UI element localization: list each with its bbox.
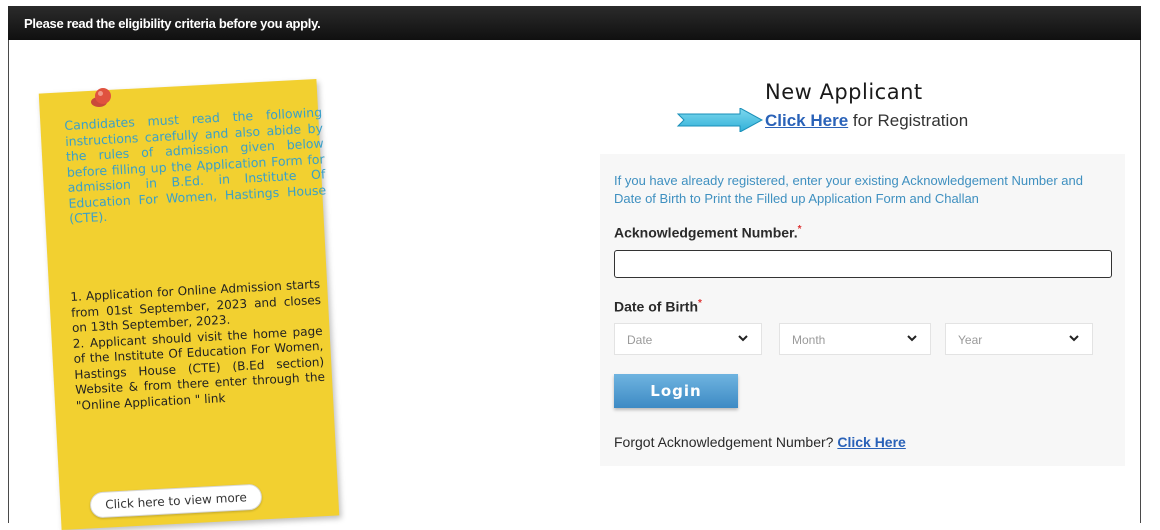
dob-date-value: Date	[627, 333, 653, 347]
registration-link[interactable]: Click Here	[765, 111, 848, 130]
dob-month-select[interactable]: Month	[779, 323, 931, 355]
login-button[interactable]: Login	[614, 374, 738, 408]
ack-number-label: Acknowledgement Number.*	[614, 224, 802, 241]
chevron-down-icon	[1069, 335, 1079, 342]
dob-year-value: Year	[958, 333, 983, 347]
chevron-down-icon	[738, 335, 748, 342]
pushpin-icon	[91, 88, 111, 107]
registration-suffix: for Registration	[852, 111, 969, 130]
dob-label: Date of Birth*	[614, 298, 702, 315]
chevron-down-icon	[907, 335, 917, 342]
required-mark: *	[797, 224, 802, 235]
login-info-text: If you have already registered, enter yo…	[614, 173, 1083, 206]
top-notice-bar: Please read the eligibility criteria bef…	[8, 6, 1141, 40]
forgot-ack-text: Forgot Acknowledgement Number?	[614, 434, 834, 450]
dob-label-text: Date of Birth	[614, 298, 698, 315]
instructions-intro: Candidates must read the following instr…	[64, 104, 327, 226]
registration-line: Click Here for Registration	[765, 111, 968, 131]
ack-number-input[interactable]	[614, 250, 1112, 278]
dob-date-select[interactable]: Date	[614, 323, 762, 355]
instruction-item: 2. Applicant should visit the home page …	[72, 323, 326, 413]
right-arrow-icon	[676, 108, 764, 132]
required-mark: *	[698, 298, 702, 309]
instructions-list: 1. Application for Online Admission star…	[70, 277, 326, 414]
ack-number-label-text: Acknowledgement Number.	[614, 224, 798, 241]
new-applicant-heading: New Applicant	[765, 80, 923, 104]
eligibility-notice: Please read the eligibility criteria bef…	[24, 16, 321, 31]
forgot-ack-line: Forgot Acknowledgement Number? Click Her…	[614, 434, 906, 450]
dob-month-value: Month	[792, 333, 826, 347]
dob-year-select[interactable]: Year	[945, 323, 1093, 355]
forgot-ack-link[interactable]: Click Here	[837, 434, 905, 450]
